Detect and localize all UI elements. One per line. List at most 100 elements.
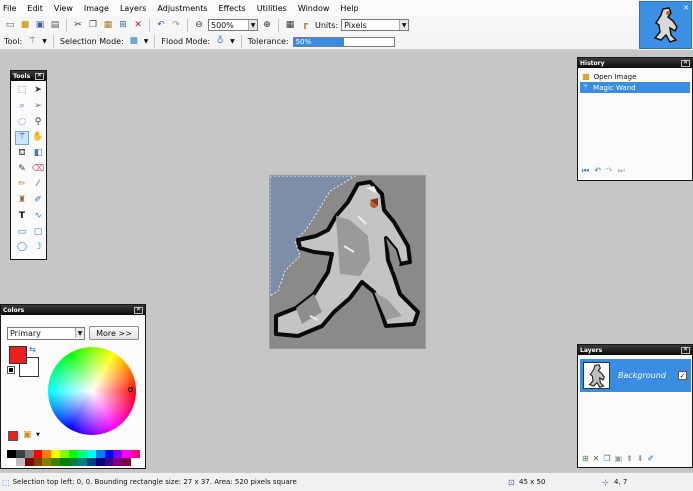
palette-swatch[interactable] [60, 458, 70, 466]
rounded-rectangle-icon[interactable]: ▢ [31, 225, 45, 239]
delete-layer-icon[interactable]: ✕ [593, 454, 600, 463]
layers-window-titlebar[interactable]: Layers ✕ [578, 345, 692, 355]
ruler-icon[interactable]: ┏ [299, 19, 311, 31]
undo-icon[interactable]: ↶ [594, 166, 601, 176]
flood-mode-icon[interactable]: ♁ [214, 36, 226, 48]
pan-icon[interactable]: ✋ [31, 131, 45, 145]
palette-select[interactable]: Primary ▼ [7, 327, 85, 340]
history-item-magic-wand[interactable]: ⚚ Magic Wand [580, 82, 690, 93]
clone-stamp-icon[interactable]: ♜ [15, 194, 29, 208]
tools-window-titlebar[interactable]: Tools ✕ [11, 71, 46, 81]
magic-wand-icon[interactable]: ⚚ [15, 131, 29, 145]
move-selected-icon[interactable]: ➤ [31, 84, 45, 98]
cut-icon[interactable]: ✂ [72, 19, 84, 31]
palette-swatch[interactable] [86, 450, 96, 458]
primary-color-swatch[interactable] [9, 346, 27, 364]
layer-properties-icon[interactable]: ✐ [648, 454, 655, 463]
chevron-down-icon[interactable]: ▼ [144, 38, 149, 45]
move-layer-up-icon[interactable]: ⬆ [626, 454, 633, 463]
menu-effects[interactable]: Effects [219, 4, 246, 13]
duplicate-layer-icon[interactable]: ❐ [603, 454, 610, 463]
palette-swatch[interactable] [24, 450, 34, 458]
move-layer-down-icon[interactable]: ⬇ [637, 454, 644, 463]
image-thumbnail[interactable]: ✕ [639, 1, 692, 49]
layer-row-background[interactable]: Background ✓ [580, 359, 691, 392]
palette-swatch[interactable] [122, 458, 132, 466]
rectangle-select-icon[interactable]: ⬚ [15, 84, 29, 98]
units-select[interactable]: Pixels ▼ [341, 19, 410, 31]
redo-icon[interactable]: ↷ [170, 19, 182, 31]
add-layer-icon[interactable]: ⊞ [582, 454, 589, 463]
palette-menu-icon[interactable]: ▣ [23, 430, 32, 440]
palette-swatch[interactable] [51, 458, 61, 466]
palette-swatch[interactable] [42, 458, 52, 466]
history-item-open-image[interactable]: ■ Open Image [580, 71, 690, 82]
add-to-palette-icon[interactable] [8, 431, 18, 441]
zoom-icon[interactable]: ⚲ [31, 115, 45, 129]
lasso-select-icon[interactable]: ⌕ [15, 100, 29, 114]
menu-image[interactable]: Image [84, 4, 109, 13]
fast-forward-icon[interactable]: ⏭ [618, 166, 625, 176]
menu-help[interactable]: Help [340, 4, 358, 13]
swap-colors-icon[interactable]: ⇆ [29, 345, 36, 354]
palette-swatch[interactable] [131, 450, 140, 458]
palette-swatch[interactable] [33, 458, 43, 466]
palette-swatch[interactable] [77, 458, 87, 466]
reset-colors-icon[interactable] [7, 366, 15, 374]
palette-swatch[interactable] [51, 450, 61, 458]
palette-swatch[interactable] [122, 450, 132, 458]
rewind-icon[interactable]: ⏮ [582, 166, 589, 176]
palette-swatch[interactable] [113, 458, 123, 466]
recolor-icon[interactable]: ✐ [31, 194, 45, 208]
chevron-down-icon[interactable]: ▼ [230, 38, 235, 45]
chevron-down-icon[interactable]: ▼ [36, 432, 40, 438]
zoom-out-icon[interactable]: ⊖ [193, 19, 205, 31]
close-icon[interactable]: ✕ [134, 306, 143, 314]
eraser-icon[interactable]: ⌫ [31, 162, 45, 176]
redo-icon[interactable]: ↷ [606, 166, 613, 176]
menu-file[interactable]: File [3, 4, 16, 13]
grid-icon[interactable]: ▦ [284, 19, 296, 31]
thumbnail-close-icon[interactable]: ✕ [683, 4, 689, 12]
paint-bucket-icon[interactable]: ⛾ [15, 147, 29, 161]
colors-window-titlebar[interactable]: Colors ✕ [1, 305, 145, 315]
new-image-icon[interactable]: ▭ [4, 19, 16, 31]
palette-swatch[interactable] [7, 450, 16, 458]
palette-swatch[interactable] [60, 450, 70, 458]
deselect-icon[interactable]: ✕ [132, 19, 144, 31]
color-wheel[interactable] [48, 347, 136, 435]
menu-adjustments[interactable]: Adjustments [157, 4, 207, 13]
menu-edit[interactable]: Edit [27, 4, 43, 13]
open-folder-icon[interactable]: ■ [19, 19, 31, 31]
undo-icon[interactable]: ↶ [155, 19, 167, 31]
chevron-down-icon[interactable]: ▼ [42, 38, 47, 45]
crop-to-selection-icon[interactable]: ⊞ [117, 19, 129, 31]
more-button[interactable]: More >> [89, 326, 139, 340]
palette-swatch[interactable] [104, 450, 114, 458]
line-curve-icon[interactable]: ∿ [31, 210, 45, 224]
palette-swatch[interactable] [15, 450, 25, 458]
text-icon[interactable]: T [15, 210, 29, 224]
rectangle-shape-icon[interactable]: ▭ [15, 225, 29, 239]
palette-swatch[interactable] [104, 458, 114, 466]
palette-swatch[interactable] [7, 458, 16, 466]
palette-swatch[interactable] [24, 458, 34, 466]
ellipse-select-icon[interactable]: ◌ [15, 115, 29, 129]
paintbrush-icon[interactable]: ✎ [15, 162, 29, 176]
move-selection-icon[interactable]: ➢ [31, 100, 45, 114]
gradient-icon[interactable]: ◧ [31, 147, 45, 161]
ellipse-shape-icon[interactable]: ◯ [15, 241, 29, 255]
selection-mode-icon[interactable]: ■ [128, 36, 140, 48]
close-icon[interactable]: ✕ [681, 59, 690, 67]
menu-window[interactable]: Window [298, 4, 330, 13]
pencil-icon[interactable]: ✏ [15, 178, 29, 192]
paste-icon[interactable]: ▦ [102, 19, 114, 31]
palette-swatch[interactable] [42, 450, 52, 458]
copy-icon[interactable]: ❐ [87, 19, 99, 31]
palette-swatch[interactable] [33, 450, 43, 458]
zoom-select[interactable]: 500% ▼ [208, 19, 258, 31]
close-icon[interactable]: ✕ [35, 72, 44, 80]
color-picker-icon[interactable]: ⁄ [31, 178, 45, 192]
magic-wand-icon[interactable]: ⚚ [26, 36, 38, 48]
freeform-shape-icon[interactable]: ☽ [31, 241, 45, 255]
